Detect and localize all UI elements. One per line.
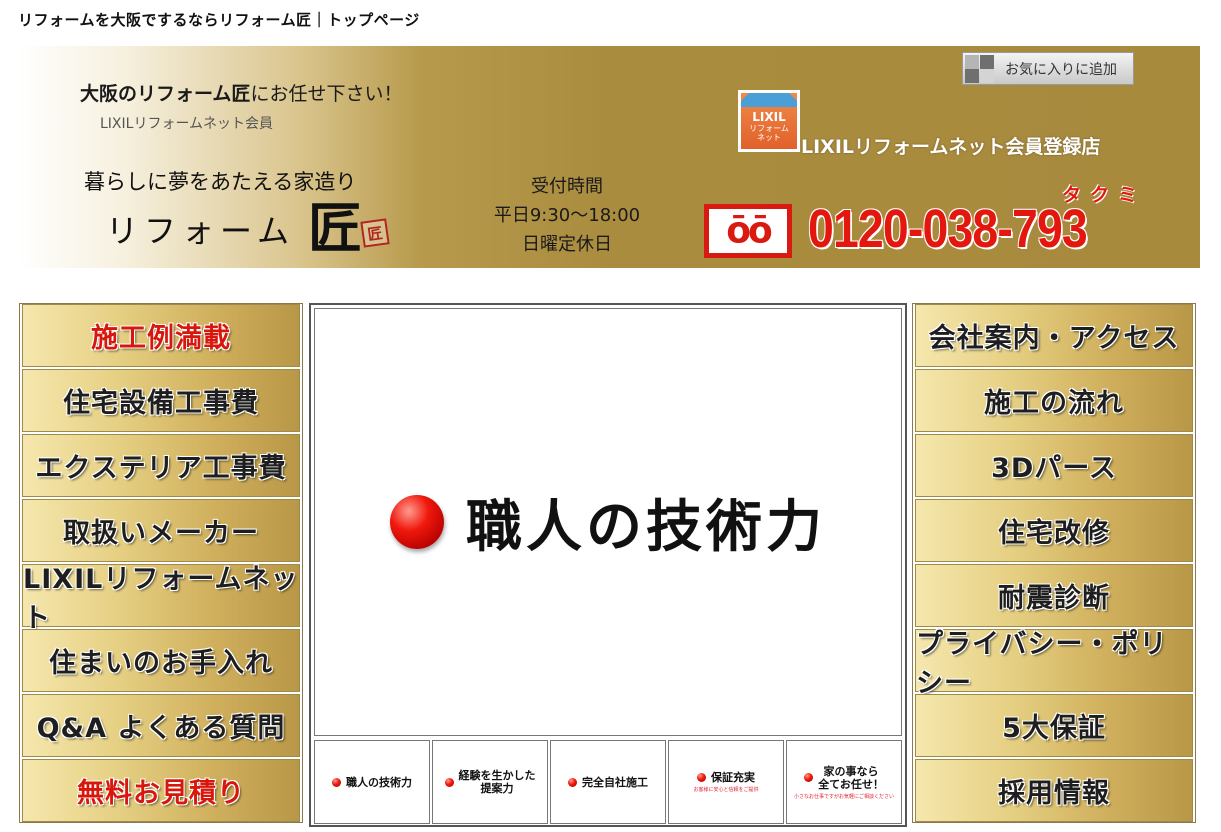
red-bullet-icon — [568, 777, 577, 787]
tagline: 大阪のリフォーム匠にお任せ下さい！ — [80, 79, 402, 106]
freedial-icon: ōō — [704, 204, 792, 258]
nav-five-warranties[interactable]: 5大保証 — [915, 694, 1193, 757]
nav-construction-flow[interactable]: 施工の流れ — [915, 369, 1193, 432]
nav-label: プライバシー・ポリシー — [916, 628, 1168, 699]
nav-label: 5大保証 — [1002, 713, 1106, 744]
thumb-label: 完全自社施工 — [582, 775, 648, 789]
tagline-bold: 大阪のリフォーム匠 — [80, 83, 251, 105]
red-bullet-icon — [444, 777, 454, 787]
lixil-store-text: LIXILリフォームネット会員登録店 — [801, 136, 1101, 158]
nav-label: 取扱いメーカー — [63, 518, 259, 549]
nav-exterior-cost[interactable]: エクステリア工事費 — [22, 434, 300, 497]
nav-construction-examples[interactable]: 施工例満載 — [22, 304, 300, 367]
nav-home-care[interactable]: 住まいのお手入れ — [22, 629, 300, 692]
nav-lixil-reform-net[interactable]: LIXILリフォームネット — [22, 564, 300, 634]
add-favorite-label: お気に入りに追加 — [1005, 61, 1117, 78]
hours-closed: 日曜定休日 — [522, 234, 612, 255]
nav-house-renovation[interactable]: 住宅改修 — [915, 499, 1193, 562]
lixil-badge-sub: リフォーム ネット — [749, 124, 789, 142]
slide-heading: 職人の技術力 — [466, 494, 826, 560]
nav-label: 施工例満載 — [91, 323, 231, 354]
thumb-proposal[interactable]: 経験を生かした 提案力 — [432, 740, 548, 824]
phone-number[interactable]: 0120-038-793 — [808, 198, 1088, 260]
nav-label: エクステリア工事費 — [35, 453, 287, 484]
logo-seal-icon: 匠 — [360, 218, 390, 248]
business-hours: 受付時間 平日9:30〜18:00 日曜定休日 — [488, 172, 646, 259]
header-banner: 大阪のリフォーム匠にお任せ下さい！ LIXILリフォームネット会員 暮らしに夢を… — [18, 46, 1200, 268]
nav-free-estimate[interactable]: 無料お見積り — [22, 759, 300, 822]
nav-label: 無料お見積り — [77, 778, 245, 809]
thumb-leave-to-us[interactable]: 家の事なら 全てお任せ！ 小さなお仕事ですがお気軽にご相談ください — [786, 740, 902, 824]
nav-recruitment[interactable]: 採用情報 — [915, 759, 1193, 822]
member-subtitle: LIXILリフォームネット会員 — [100, 116, 274, 132]
thumb-label: 職人の技術力 — [346, 775, 412, 789]
nav-label: 会社案内・アクセス — [928, 323, 1180, 354]
red-bullet-icon — [390, 495, 444, 549]
nav-label: LIXILリフォームネット — [23, 563, 299, 634]
thumb-label: 保証充実 — [711, 771, 755, 784]
thumb-label: 家の事なら 全てお任せ！ — [818, 764, 884, 791]
page-title: リフォームを大阪でするならリフォーム匠｜トップページ — [18, 11, 420, 29]
nav-label: 施工の流れ — [984, 388, 1124, 419]
add-favorite-button[interactable]: お気に入りに追加 — [962, 52, 1134, 85]
thumb-label: 経験を生かした 提案力 — [458, 769, 536, 795]
slide-thumbnails: 職人の技術力 経験を生かした 提案力 完全自社施工 保証充実 お客様に安心と信頼… — [314, 740, 902, 824]
left-nav: 施工例満載 住宅設備工事費 エクステリア工事費 取扱いメーカー LIXILリフォ… — [19, 303, 303, 823]
logo-name[interactable]: リフォーム — [106, 206, 295, 252]
thumb-sub: お客様に安心と信頼をご提供 — [693, 787, 759, 793]
red-bullet-icon — [332, 777, 341, 787]
nav-label: 住まいのお手入れ — [49, 648, 273, 679]
slide-current[interactable]: 職人の技術力 — [314, 308, 902, 736]
thumb-in-house[interactable]: 完全自社施工 — [550, 740, 666, 824]
nav-faq[interactable]: Q&A よくある質問 — [22, 694, 300, 757]
tagline-rest: にお任せ下さい！ — [250, 83, 403, 105]
nav-company-access[interactable]: 会社案内・アクセス — [915, 304, 1193, 367]
nav-housing-equipment-cost[interactable]: 住宅設備工事費 — [22, 369, 300, 432]
nav-label: Q&A よくある質問 — [36, 713, 286, 744]
nav-privacy-policy[interactable]: プライバシー・ポリシー — [915, 629, 1193, 699]
thumb-warranty[interactable]: 保証充実 お客様に安心と信頼をご提供 — [668, 740, 784, 824]
red-bullet-icon — [697, 773, 706, 782]
logo-kanji[interactable]: 匠 — [308, 184, 362, 263]
bookmark-grid-icon — [963, 53, 997, 84]
nav-manufacturers[interactable]: 取扱いメーカー — [22, 499, 300, 562]
slideshow: 職人の技術力 職人の技術力 経験を生かした 提案力 完全自社施工 保証充実 お客… — [309, 303, 907, 827]
hours-title: 受付時間 — [531, 176, 603, 197]
lixil-badge-icon[interactable]: LIXIL リフォーム ネット — [738, 90, 800, 152]
nav-label: 住宅設備工事費 — [63, 388, 259, 419]
thumb-craftsmanship[interactable]: 職人の技術力 — [314, 740, 430, 824]
right-nav: 会社案内・アクセス 施工の流れ 3Dパース 住宅改修 耐震診断 プライバシー・ポ… — [912, 303, 1196, 823]
nav-label: 耐震診断 — [998, 583, 1110, 614]
freedial-mark: ōō — [726, 210, 773, 251]
nav-label: 住宅改修 — [998, 518, 1110, 549]
lixil-badge-brand: LIXIL — [752, 110, 786, 124]
nav-label: 採用情報 — [998, 778, 1110, 809]
thumb-sub: 小さなお仕事ですがお気軽にご相談ください — [794, 793, 894, 800]
nav-label: 3Dパース — [991, 453, 1117, 484]
hours-weekday: 平日9:30〜18:00 — [493, 205, 641, 226]
nav-3d-perspective[interactable]: 3Dパース — [915, 434, 1193, 497]
red-bullet-icon — [804, 773, 814, 782]
nav-seismic-diagnosis[interactable]: 耐震診断 — [915, 564, 1193, 627]
